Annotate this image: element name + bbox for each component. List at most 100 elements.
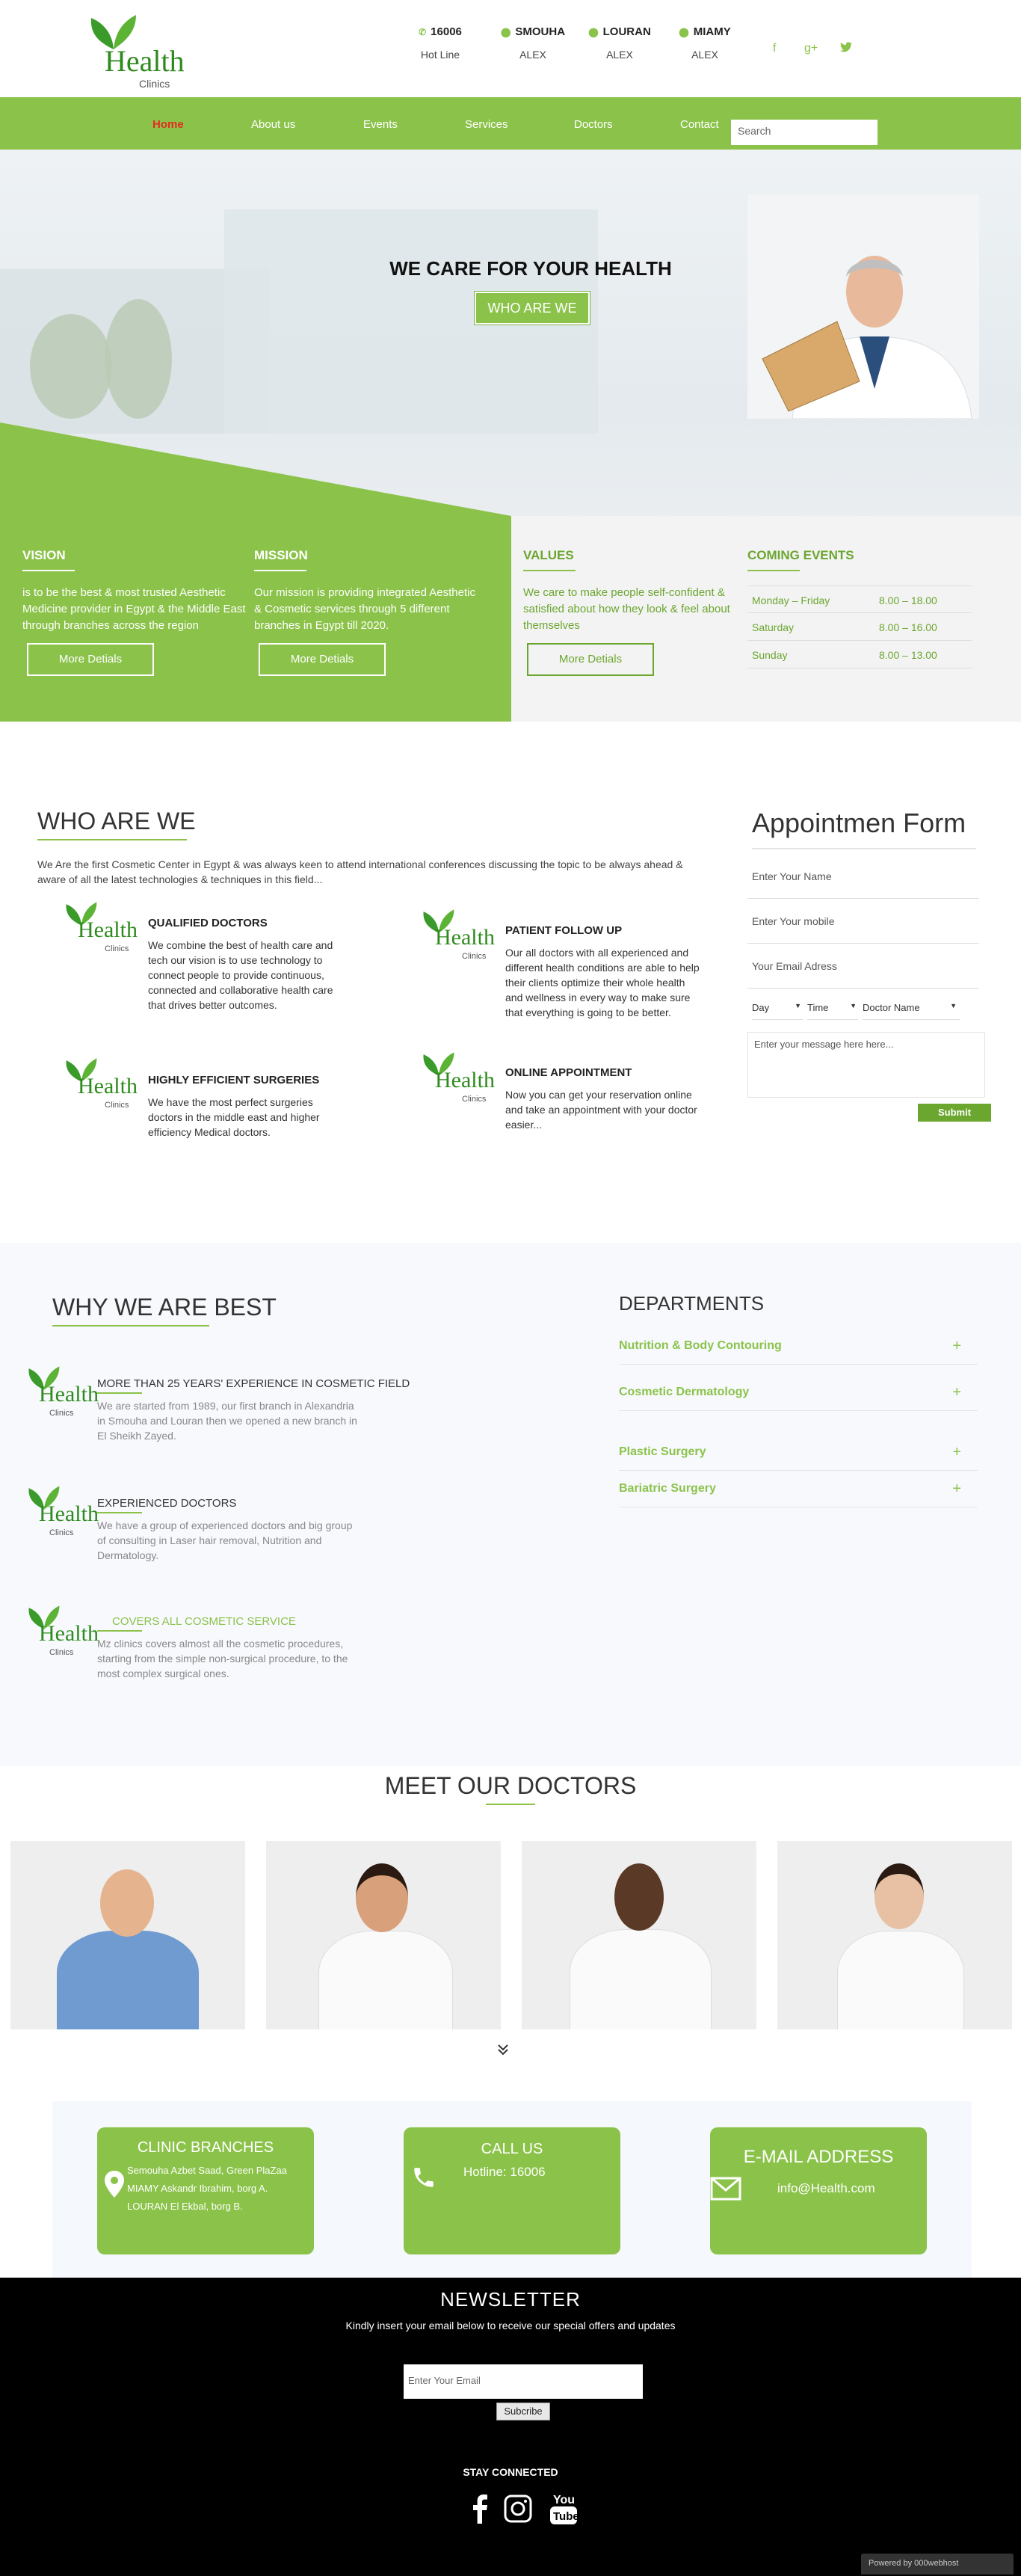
why-logo: Health Clinics	[25, 1365, 108, 1418]
mission-underline	[254, 570, 306, 571]
branch-city: ALEX	[691, 49, 718, 61]
youtube-icon[interactable]: You Tube	[549, 2490, 579, 2526]
mission-title: MISSION	[254, 548, 308, 562]
double-chevron-down-icon[interactable]	[496, 2043, 510, 2061]
email-address[interactable]: info@Health.com	[777, 2180, 875, 2198]
doctor-hero-image	[747, 194, 979, 419]
department-label: Plastic Surgery	[619, 1445, 706, 1458]
logo-subtitle: Clinics	[49, 1648, 74, 1657]
nav-about-us[interactable]: About us	[251, 118, 295, 131]
call-hotline[interactable]: Hotline: 16006	[463, 2163, 546, 2181]
why-item-title: EXPERIENCED DOCTORS	[97, 1497, 237, 1510]
plus-icon[interactable]: +	[952, 1338, 961, 1355]
main-nav: Home About us Events Services Doctors Co…	[0, 97, 1021, 150]
branch-city: ALEX	[519, 49, 546, 61]
facebook-icon[interactable]: f	[773, 42, 776, 55]
vision-underline	[22, 570, 75, 571]
branch-name: MIAMY	[693, 25, 731, 38]
doctor-select[interactable]: Doctor Name ▼	[863, 995, 960, 1020]
time-select[interactable]: Time ▼	[807, 995, 858, 1020]
search-input[interactable]: Search	[731, 120, 877, 145]
doctors-title: MEET OUR DOCTORS	[384, 1772, 637, 1799]
phone-icon: ✆	[419, 27, 427, 37]
values-more-button[interactable]: More Detials	[527, 643, 654, 676]
events-row: Saturday 8.00 – 16.00	[747, 613, 972, 641]
doctor-photo	[57, 1931, 199, 2029]
time-select-label: Time	[807, 1002, 829, 1013]
feature-logo: Health Clinics	[420, 1051, 502, 1104]
nav-services[interactable]: Services	[465, 118, 508, 131]
department-item[interactable]: Plastic Surgery +	[619, 1441, 978, 1471]
why-underline	[52, 1325, 209, 1327]
doctor-photo	[318, 1931, 453, 2029]
hosting-badge[interactable]: Powered by 000webhost	[861, 2554, 1014, 2575]
events-time: 8.00 – 16.00	[879, 621, 937, 633]
feature-text: Our all doctors with all experienced and…	[505, 947, 700, 1018]
plus-icon[interactable]: +	[952, 1384, 961, 1401]
branches-title: CLINIC BRANCHES	[137, 2139, 274, 2156]
doctor-card[interactable]	[777, 1841, 1012, 2029]
feature-text: We combine the best of health care and t…	[148, 939, 333, 1011]
department-label: Bariatric Surgery	[619, 1482, 716, 1495]
email-field[interactable]: Your Email Adress	[747, 947, 979, 989]
vision-text: is to be the best & most trusted Aesthet…	[22, 586, 246, 632]
department-item[interactable]: Nutrition & Body Contouring +	[619, 1335, 978, 1365]
events-underline	[747, 570, 800, 571]
branch-line: Semouha Azbet Saad, Green PlaZaa	[127, 2165, 287, 2176]
twitter-icon[interactable]	[840, 42, 852, 56]
feature-text: We have the most perfect surgeries docto…	[148, 1096, 320, 1138]
nav-contact[interactable]: Contact	[680, 118, 719, 131]
hero-plant	[105, 299, 172, 419]
department-item[interactable]: Cosmetic Dermatology +	[619, 1381, 978, 1411]
day-select[interactable]: Day ▼	[752, 995, 803, 1020]
doctor-card[interactable]	[522, 1841, 756, 2029]
nav-doctors[interactable]: Doctors	[574, 118, 613, 131]
who-are-we-button[interactable]: WHO ARE WE	[475, 292, 590, 325]
branches-list: Semouha Azbet Saad, Green PlaZaa MIAMY A…	[127, 2162, 311, 2216]
department-item[interactable]: Bariatric Surgery +	[619, 1478, 978, 1507]
why-item-title: COVERS ALL COSMETIC SERVICE	[112, 1615, 296, 1628]
green-band	[0, 422, 1021, 722]
newsletter-subtitle: Kindly insert your email below to receiv…	[345, 2320, 676, 2331]
doctor-card[interactable]	[266, 1841, 501, 2029]
caret-down-icon: ▼	[950, 1002, 957, 1009]
mission-more-button[interactable]: More Detials	[259, 643, 386, 676]
who-are-we-title: WHO ARE WE	[37, 808, 196, 834]
vision-more-button[interactable]: More Detials	[27, 643, 154, 676]
plus-icon[interactable]: +	[952, 1444, 961, 1461]
day-select-label: Day	[752, 1002, 770, 1013]
doctor-select-label: Doctor Name	[863, 1002, 920, 1013]
doctor-card[interactable]	[10, 1841, 245, 2029]
why-title: WHY WE ARE BEST	[52, 1294, 277, 1321]
department-label: Cosmetic Dermatology	[619, 1386, 750, 1398]
logo-word: Health	[435, 1068, 495, 1092]
branch-miamy: ⬤ MIAMY ALEX	[664, 25, 746, 61]
nav-home[interactable]: Home	[152, 118, 184, 131]
values-text: We care to make people self-confident & …	[523, 586, 730, 632]
nav-events[interactable]: Events	[363, 118, 398, 131]
plus-icon[interactable]: +	[952, 1481, 961, 1498]
doctors-underline	[486, 1804, 535, 1805]
appointment-title: Appointmen Form	[752, 808, 966, 838]
message-textarea[interactable]: Enter your message here here...	[747, 1032, 985, 1098]
instagram-icon[interactable]	[504, 2494, 532, 2523]
email-box: E-MAIL ADDRESS info@Health.com	[710, 2127, 927, 2254]
hotline-contact: ✆ 16006 Hot Line	[399, 25, 481, 61]
hotline-label: Hot Line	[420, 49, 460, 61]
doctor-photo	[100, 1869, 154, 1937]
why-logo: Health Clinics	[25, 1605, 108, 1657]
submit-button[interactable]: Submit	[918, 1104, 991, 1122]
events-title: COMING EVENTS	[747, 548, 854, 562]
logo[interactable]: Health Clinics	[84, 13, 188, 92]
name-field[interactable]: Enter Your Name	[747, 857, 979, 899]
feature-title: ONLINE APPOINTMENT	[505, 1066, 632, 1079]
google-plus-icon[interactable]: g+	[804, 42, 818, 55]
subscribe-button[interactable]: Subcribe	[496, 2403, 550, 2420]
mobile-field[interactable]: Enter Your mobile	[747, 902, 979, 944]
map-pin-icon: ⬤	[500, 27, 511, 37]
newsletter-email-input[interactable]: Enter Your Email	[404, 2364, 643, 2399]
facebook-icon[interactable]	[471, 2494, 489, 2524]
why-item-title: MORE THAN 25 YEARS' EXPERIENCE IN COSMET…	[97, 1377, 410, 1390]
why-item-underline	[97, 1630, 142, 1632]
feature-title: PATIENT FOLLOW UP	[505, 924, 623, 937]
